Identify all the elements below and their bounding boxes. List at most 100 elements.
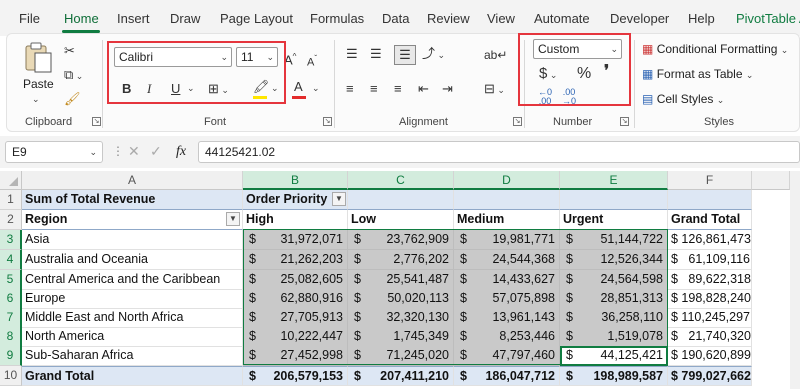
empty-cell[interactable] — [560, 190, 668, 210]
grand-total-cell[interactable]: $198,989,587 — [560, 366, 668, 386]
menu-home[interactable]: Home — [64, 11, 99, 26]
value-cell[interactable]: $1,745,349 — [348, 327, 454, 347]
align-middle-icon[interactable]: ☰ — [370, 45, 382, 63]
region-cell[interactable]: Europe — [22, 289, 243, 309]
row-header[interactable]: 7 — [0, 308, 22, 328]
font-launcher-icon[interactable]: ↘ — [323, 117, 332, 126]
orientation-icon[interactable]: ⤴ ⌄ — [422, 45, 445, 64]
row-total-cell[interactable]: $ 61,109,116 — [668, 250, 752, 270]
value-cell[interactable]: $23,762,909 — [348, 230, 454, 250]
column-header-cell[interactable]: Urgent — [560, 210, 668, 230]
align-top-icon[interactable]: ☰ — [346, 45, 358, 63]
value-cell[interactable]: $27,705,913 — [243, 308, 348, 328]
column-header-c[interactable]: C — [348, 171, 454, 190]
column-header-d[interactable]: D — [454, 171, 560, 190]
decrease-font-size-icon[interactable]: Aˇ — [307, 50, 317, 72]
value-cell[interactable]: $27,452,998 — [243, 346, 348, 366]
row-header[interactable]: 2 — [0, 210, 22, 230]
menu-pivottable-analyze[interactable]: PivotTable A — [736, 11, 800, 26]
value-cell[interactable]: $57,075,898 — [454, 289, 560, 309]
value-cell[interactable]: $47,797,460 — [454, 346, 560, 366]
column-field-cell[interactable]: Order Priority ▼ — [243, 190, 348, 210]
menu-page-layout[interactable]: Page Layout — [220, 11, 293, 26]
column-header-cell[interactable]: Grand Total — [668, 210, 752, 230]
conditional-formatting-button[interactable]: ▦ Conditional Formatting ⌄ — [642, 42, 788, 56]
menu-automate[interactable]: Automate — [534, 11, 590, 26]
font-color-icon[interactable]: A — [294, 78, 303, 96]
grand-total-overall-cell[interactable]: $ 799,027,662 — [668, 366, 752, 386]
row-total-cell[interactable]: $ 110,245,297 — [668, 308, 752, 328]
align-center-icon[interactable]: ≡ — [370, 80, 378, 98]
vertical-scrollbar[interactable] — [790, 171, 800, 389]
value-cell[interactable]: $1,519,078 — [560, 327, 668, 347]
menu-insert[interactable]: Insert — [117, 11, 150, 26]
column-header-cell[interactable]: High — [243, 210, 348, 230]
value-cell[interactable]: $71,245,020 — [348, 346, 454, 366]
row-header[interactable]: 4 — [0, 250, 22, 270]
region-cell[interactable]: Central America and the Caribbean — [22, 270, 243, 290]
name-box[interactable]: E9 ⌄ — [5, 141, 103, 163]
value-cell[interactable]: $8,253,446 — [454, 327, 560, 347]
region-cell[interactable]: North America — [22, 327, 243, 347]
value-cell[interactable]: $2,776,202 — [348, 250, 454, 270]
row-header[interactable]: 10 — [0, 366, 22, 386]
chevron-down-icon[interactable]: ⌄ — [312, 83, 320, 94]
row-header[interactable]: 6 — [0, 289, 22, 309]
select-all-button[interactable] — [0, 171, 22, 190]
region-cell[interactable]: Australia and Oceania — [22, 250, 243, 270]
grand-total-cell[interactable]: $186,047,712 — [454, 366, 560, 386]
row-total-cell[interactable]: $ 198,828,240 — [668, 289, 752, 309]
row-total-cell[interactable]: $ 89,622,318 — [668, 270, 752, 290]
decrease-indent-icon[interactable]: ⇤ — [418, 80, 429, 98]
number-launcher-icon[interactable]: ↘ — [620, 117, 629, 126]
empty-cell[interactable] — [668, 190, 752, 210]
menu-draw[interactable]: Draw — [170, 11, 200, 26]
row-total-cell[interactable]: $ 190,620,899 — [668, 346, 752, 366]
clipboard-launcher-icon[interactable]: ↘ — [92, 117, 101, 126]
menu-review[interactable]: Review — [427, 11, 470, 26]
enter-icon[interactable]: ✓ — [150, 143, 162, 160]
cancel-icon[interactable]: ✕ — [128, 143, 140, 160]
format-painter-icon[interactable]: 🖌 — [64, 90, 81, 108]
region-cell[interactable]: Sub-Saharan Africa — [22, 346, 243, 366]
active-cell[interactable]: $44,125,421 — [560, 346, 668, 366]
column-header-cell[interactable]: Medium — [454, 210, 560, 230]
row-total-cell[interactable]: $ 126,861,473 — [668, 230, 752, 250]
more-options-icon[interactable]: ⋮ — [112, 144, 124, 158]
row-header[interactable]: 9 — [0, 346, 22, 366]
insert-function-button[interactable]: fx — [176, 144, 186, 160]
menu-view[interactable]: View — [487, 11, 515, 26]
row-filter-button[interactable]: ▼ — [226, 212, 240, 226]
region-cell[interactable]: Middle East and North Africa — [22, 308, 243, 328]
value-cell[interactable]: $36,258,110 — [560, 308, 668, 328]
value-cell[interactable]: $25,541,487 — [348, 270, 454, 290]
column-header-a[interactable]: A — [22, 171, 243, 190]
value-cell[interactable]: $28,851,313 — [560, 289, 668, 309]
menu-help[interactable]: Help — [688, 11, 715, 26]
value-cell[interactable]: $31,972,071 — [243, 230, 348, 250]
grand-total-cell[interactable]: $206,579,153 — [243, 366, 348, 386]
value-cell[interactable]: $32,320,130 — [348, 308, 454, 328]
cell-styles-button[interactable]: ▤ Cell Styles ⌄ — [642, 92, 724, 106]
value-cell[interactable]: $12,526,344 — [560, 250, 668, 270]
value-cell[interactable]: $10,222,447 — [243, 327, 348, 347]
grand-total-cell[interactable]: $207,411,210 — [348, 366, 454, 386]
menu-developer[interactable]: Developer — [610, 11, 669, 26]
wrap-text-icon[interactable]: ab↵ — [484, 46, 507, 64]
value-cell[interactable]: $14,433,627 — [454, 270, 560, 290]
value-cell[interactable]: $21,262,203 — [243, 250, 348, 270]
merge-center-icon[interactable]: ⊟ ⌄ — [484, 80, 505, 99]
column-header-b[interactable]: B — [243, 171, 348, 190]
column-header-e[interactable]: E — [560, 171, 668, 190]
alignment-launcher-icon[interactable]: ↘ — [513, 117, 522, 126]
grand-total-label-cell[interactable]: Grand Total — [22, 366, 243, 386]
menu-file[interactable]: File — [19, 11, 40, 26]
value-cell[interactable]: $24,544,368 — [454, 250, 560, 270]
row-header[interactable]: 8 — [0, 327, 22, 347]
row-header[interactable]: 5 — [0, 270, 22, 290]
format-as-table-button[interactable]: ▦ Format as Table ⌄ — [642, 67, 753, 81]
empty-cell[interactable] — [454, 190, 560, 210]
empty-cell[interactable] — [348, 190, 454, 210]
increase-indent-icon[interactable]: ⇥ — [442, 80, 453, 98]
align-right-icon[interactable]: ≡ — [394, 80, 402, 98]
